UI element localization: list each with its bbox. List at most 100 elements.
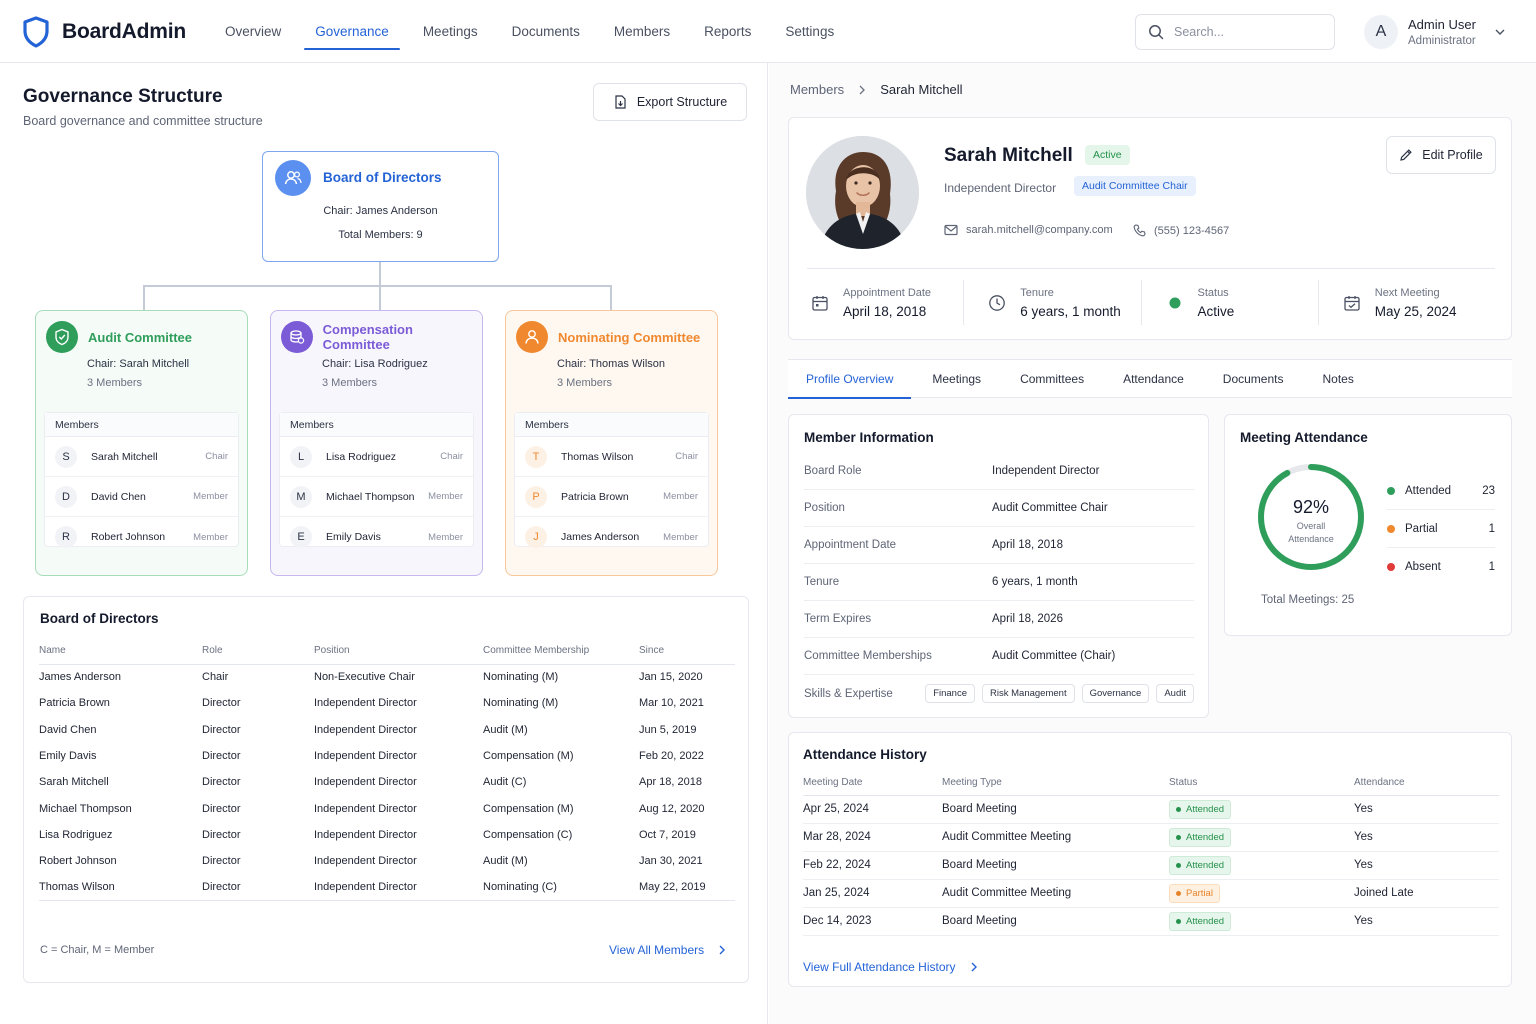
email-contact[interactable]: sarah.mitchell@company.com (944, 224, 1113, 236)
info-value: Independent Director (992, 465, 1100, 477)
profile-phone[interactable]: (555) 123-4567 (1154, 225, 1229, 237)
member-name: Michael Thompson (326, 490, 415, 503)
member-row[interactable]: T Thomas Wilson Chair (515, 437, 708, 477)
audit-committee-card[interactable]: Audit Committee Chair: Sarah Mitchell 3 … (35, 310, 248, 576)
nominating-committee-card[interactable]: Nominating Committee Chair: Thomas Wilso… (505, 310, 718, 576)
info-key: Board Role (804, 465, 862, 477)
table-row[interactable]: James Anderson Chair Non-Executive Chair No… (39, 664, 735, 690)
tab-attendance[interactable]: Attendance (1105, 360, 1202, 398)
table-cell: Board Meeting (942, 795, 1169, 824)
nav-documents[interactable]: Documents (495, 0, 597, 63)
table-cell: Jan 25, 2024 (803, 879, 942, 908)
member-name: Sarah Mitchell (91, 450, 158, 463)
board-of-directors-node[interactable]: Board of Directors Chair: James Anderson… (262, 151, 499, 262)
table-cell: James Anderson (39, 671, 121, 684)
table-row[interactable]: David Chen Director Independent Director Au… (39, 717, 735, 743)
phone-contact[interactable]: (555) 123-4567 (1133, 224, 1229, 237)
table-row[interactable]: Patricia Brown Director Independent Direct… (39, 690, 735, 716)
search-input[interactable] (1174, 25, 1314, 39)
table-row[interactable]: Sarah Mitchell Director Independent Direct… (39, 769, 735, 795)
search-box[interactable] (1135, 14, 1335, 50)
column-header[interactable]: Status (1169, 770, 1354, 796)
export-structure-button[interactable]: Export Structure (593, 83, 747, 121)
nav-members[interactable]: Members (597, 0, 687, 63)
tab-notes[interactable]: Notes (1305, 360, 1372, 398)
member-row[interactable]: D David Chen Member (45, 477, 238, 517)
column-header[interactable]: Meeting Type (942, 770, 1169, 796)
legend-count: 23 (1482, 484, 1495, 497)
status-dot (1176, 918, 1181, 924)
table-cell: Audit (M) (483, 855, 528, 868)
chevron-down-icon[interactable] (1494, 26, 1506, 38)
page-subtitle: Board governance and committee structure (23, 114, 263, 128)
table-row[interactable]: Emily Davis Director Independent Director C… (39, 743, 735, 769)
nav-overview[interactable]: Overview (208, 0, 298, 63)
table-row[interactable]: Michael Thompson Director Independent Dire… (39, 795, 735, 821)
column-header[interactable]: Role (202, 637, 314, 665)
member-row[interactable]: E Emily Davis Member (280, 517, 473, 557)
brand[interactable]: BoardAdmin (22, 16, 186, 48)
member-role: Chair (440, 451, 463, 462)
table-row[interactable]: Thomas Wilson Director Independent Directo… (39, 874, 735, 902)
view-all-members-link[interactable]: View All Members (609, 943, 726, 957)
shield-check-icon (46, 321, 78, 353)
tab-committees[interactable]: Committees (1002, 360, 1102, 398)
member-avatar: S (55, 445, 77, 468)
tab-profile-overview[interactable]: Profile Overview (788, 360, 912, 399)
table-header-row: Name Role Position Committee Membership … (39, 637, 735, 665)
table-row[interactable]: Jan 25, 2024 Audit Committee Meeting Parti… (803, 879, 1499, 908)
user-menu[interactable]: A Admin User Administrator (1364, 15, 1506, 49)
member-row[interactable]: L Lisa Rodriguez Chair (280, 437, 473, 477)
attendance-caption: Attendance (1288, 534, 1334, 544)
table-row[interactable]: Feb 22, 2024 Board Meeting Attended Yes (803, 851, 1499, 880)
table-row[interactable]: Lisa Rodriguez Director Independent Direct… (39, 822, 735, 848)
column-header[interactable]: Committee Membership (483, 637, 639, 665)
nav-governance[interactable]: Governance (298, 0, 406, 63)
table-cell: Audit Committee Meeting (942, 823, 1169, 852)
member-name: Robert Johnson (91, 531, 166, 543)
user-name: Admin User (1408, 17, 1476, 32)
member-information-card: Member Information Board Role Independent… (788, 414, 1209, 718)
nav-settings[interactable]: Settings (768, 0, 851, 63)
column-header[interactable]: Name (39, 637, 202, 665)
view-full-attendance-link[interactable]: View Full Attendance History (803, 960, 978, 974)
column-header[interactable]: Meeting Date (803, 770, 942, 796)
table-row[interactable]: Dec 14, 2023 Board Meeting Attended Yes (803, 907, 1499, 936)
nav-reports[interactable]: Reports (687, 0, 768, 63)
info-value: 6 years, 1 month (992, 576, 1078, 588)
info-row: Appointment Date April 18, 2018 (804, 527, 1194, 564)
table-row[interactable]: Mar 28, 2024 Audit Committee Meeting Atten… (803, 823, 1499, 852)
tab-meetings[interactable]: Meetings (914, 360, 999, 398)
calendar-check-icon (1344, 295, 1360, 311)
table-cell: Director (202, 697, 241, 710)
edit-profile-button[interactable]: Edit Profile (1386, 136, 1496, 174)
column-header[interactable]: Since (639, 637, 735, 665)
member-avatar: D (55, 485, 77, 508)
nav-meetings[interactable]: Meetings (406, 0, 495, 63)
member-row[interactable]: P Patricia Brown Member (515, 477, 708, 517)
table-row[interactable]: Robert Johnson Director Independent Direct… (39, 848, 735, 874)
user-avatar[interactable]: A (1364, 15, 1398, 49)
pencil-icon (1400, 149, 1413, 161)
table-cell: Audit Committee Meeting (942, 879, 1169, 908)
member-row[interactable]: R Robert Johnson Member (45, 517, 238, 557)
column-header[interactable]: Attendance (1354, 770, 1499, 796)
info-row: Position Audit Committee Chair (804, 490, 1194, 527)
profile-email[interactable]: sarah.mitchell@company.com (966, 224, 1113, 236)
app-name: BoardAdmin (62, 20, 187, 43)
legend-label: Partial (1405, 522, 1438, 535)
member-row[interactable]: M Michael Thompson Member (280, 477, 473, 517)
table-row[interactable]: Apr 25, 2024 Board Meeting Attended Yes (803, 795, 1499, 824)
table-cell: Independent Director (314, 828, 417, 841)
stat-value: 6 years, 1 month (1020, 303, 1121, 319)
directors-table-card: Board of Directors Name Role Position Co… (23, 596, 749, 983)
info-key: Term Expires (804, 613, 872, 625)
compensation-committee-card[interactable]: Compensation Committee Chair: Lisa Rodri… (270, 310, 483, 576)
export-file-icon (615, 95, 626, 109)
member-row[interactable]: S Sarah Mitchell Chair (45, 437, 238, 477)
breadcrumb-members[interactable]: Members (790, 82, 844, 97)
column-header[interactable]: Position (314, 637, 483, 665)
table-cell: Aug 12, 2020 (639, 802, 705, 815)
member-row[interactable]: J James Anderson Member (515, 517, 708, 557)
tab-documents[interactable]: Documents (1205, 360, 1302, 398)
